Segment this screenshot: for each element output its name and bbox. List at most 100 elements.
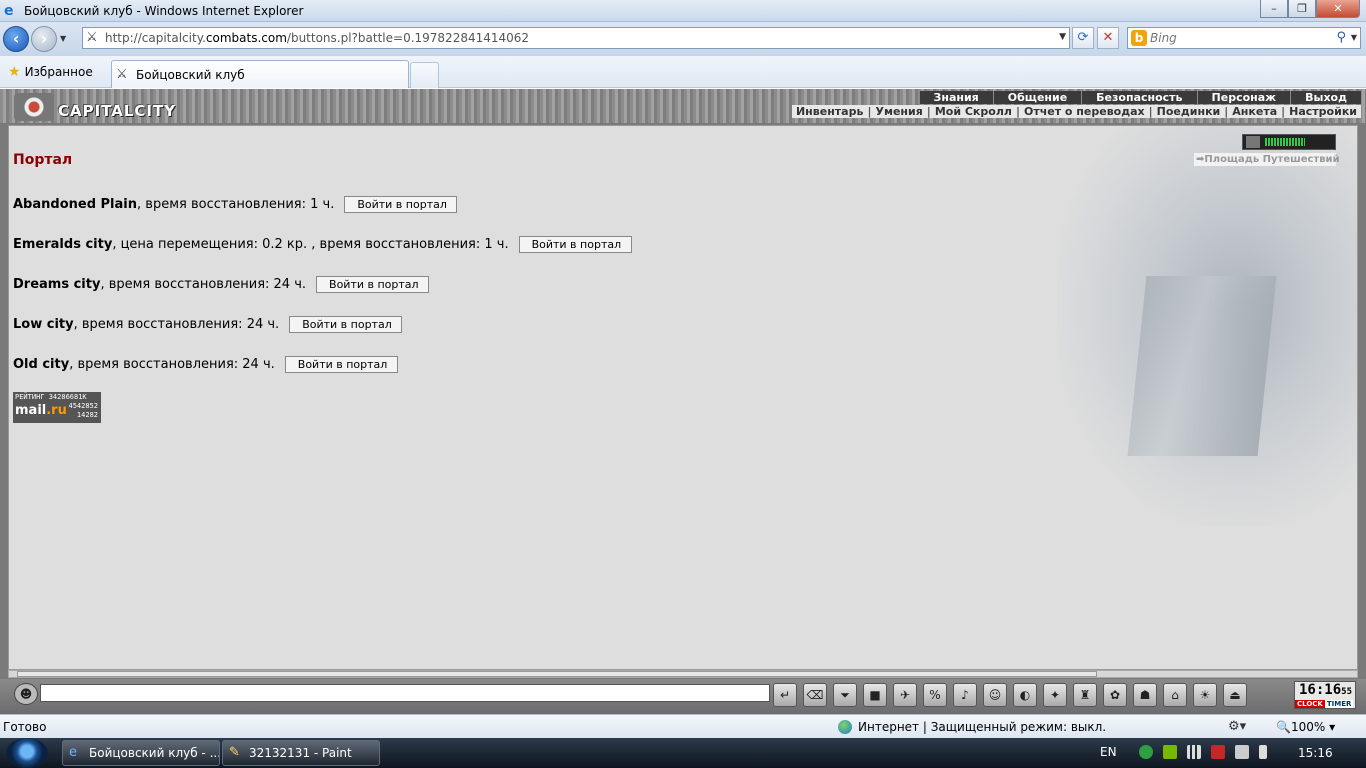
chat-tools: ↵ ⌫ ⏷ ■ ✈ % ♪ ☺ ◐ ✦ ♜ ✿ ☗ ⌂ ☀ ⏏ bbox=[773, 683, 1253, 707]
enter-portal-button[interactable]: Войти в портал bbox=[284, 356, 398, 373]
taskbar-item-paint[interactable]: ✎ 32132131 - Paint bbox=[222, 740, 380, 766]
background-art bbox=[1057, 126, 1357, 526]
filter-icon[interactable]: ⏷ bbox=[833, 683, 857, 707]
new-tab-button[interactable] bbox=[410, 62, 439, 88]
enter-portal-button[interactable]: Войти в портал bbox=[316, 276, 430, 293]
info-icon[interactable] bbox=[1138, 745, 1153, 759]
menu-character[interactable]: Персонаж bbox=[1196, 91, 1291, 104]
submenu-skills[interactable]: Умения bbox=[871, 105, 926, 118]
close-button[interactable]: ✕ bbox=[1316, 0, 1360, 18]
sound-icon[interactable]: ♪ bbox=[953, 683, 977, 707]
warrior-icon[interactable]: ☗ bbox=[1133, 683, 1157, 707]
ie-icon: e bbox=[4, 3, 14, 19]
chat-input[interactable] bbox=[40, 684, 770, 702]
security-zone[interactable]: Интернет | Защищенный режим: выкл. bbox=[838, 720, 1106, 734]
refresh-icon[interactable]: ⟳ bbox=[1072, 27, 1094, 49]
start-button[interactable] bbox=[6, 738, 48, 768]
menu-exit[interactable]: Выход bbox=[1290, 91, 1361, 104]
back-button[interactable]: ‹ bbox=[3, 26, 29, 52]
smiley-icon[interactable]: ☺ bbox=[983, 683, 1007, 707]
sub-menu: Инвентарь | Умения | Мой Скролл | Отчет о п… bbox=[791, 105, 1361, 118]
clear-icon[interactable]: ⌫ bbox=[803, 683, 827, 707]
url-text[interactable]: http://capitalcity.combats.com/buttons.p… bbox=[105, 31, 529, 45]
city-logo: CAPITALCITY bbox=[58, 102, 177, 120]
search-options-icon[interactable]: ▼ bbox=[1351, 33, 1357, 42]
window-title: Бойцовский клуб - Windows Internet Explo… bbox=[24, 4, 304, 18]
portal-row: Dreams city, время восстановления: 24 ч.… bbox=[13, 276, 430, 293]
flag-icon[interactable] bbox=[1210, 745, 1225, 759]
menu-knowledge[interactable]: Знания bbox=[918, 91, 993, 104]
search-icon[interactable]: ⚲ bbox=[1336, 30, 1346, 45]
house-icon[interactable]: ⌂ bbox=[1163, 683, 1187, 707]
helmet-icon[interactable]: ◐ bbox=[1013, 683, 1037, 707]
submenu-transfer-report[interactable]: Отчет о переводах bbox=[1020, 105, 1149, 118]
menu-security[interactable]: Безопасность bbox=[1081, 91, 1196, 104]
tab-bar: ★ Избранное ⚔ Бойцовский клуб bbox=[0, 56, 1366, 88]
horizontal-scrollbar[interactable] bbox=[8, 670, 1358, 678]
system-clock[interactable]: 15:16 bbox=[1298, 746, 1333, 760]
clock-widget[interactable]: 16:1655 CLOCK TIMER bbox=[1294, 681, 1356, 709]
paint-icon: ✎ bbox=[229, 745, 240, 760]
protected-mode-icon[interactable]: ⚙▾ bbox=[1228, 719, 1246, 734]
bing-icon: b bbox=[1131, 30, 1147, 46]
volume-icon[interactable] bbox=[1234, 745, 1249, 759]
favorites-button[interactable]: ★ Избранное bbox=[8, 64, 93, 80]
submenu-profile[interactable]: Анкета bbox=[1228, 105, 1281, 118]
status-text: Готово bbox=[3, 720, 47, 734]
mailru-counter[interactable]: РЕЙТИНГ 34286681K mail.ru 4542852 14282 bbox=[13, 392, 101, 423]
tab-active[interactable]: ⚔ Бойцовский клуб bbox=[111, 60, 409, 88]
top-menu: Знания Общение Безопасность Персонаж Вых… bbox=[918, 91, 1361, 104]
maximize-button[interactable]: ❐ bbox=[1288, 0, 1316, 18]
enter-portal-button[interactable]: Войти в портал bbox=[518, 236, 632, 253]
nvidia-icon[interactable] bbox=[1162, 745, 1177, 759]
address-dropdown-icon[interactable]: ▼ bbox=[1059, 32, 1066, 42]
bag-icon[interactable]: ♜ bbox=[1073, 683, 1097, 707]
clock-time: 16:1655 bbox=[1299, 682, 1352, 698]
game-page: CAPITALCITY Знания Общение Безопасность … bbox=[0, 89, 1366, 714]
forward-button[interactable]: › bbox=[31, 26, 57, 52]
exit-icon[interactable]: ⏏ bbox=[1223, 683, 1247, 707]
chat-icon[interactable]: ☻ bbox=[14, 683, 38, 705]
submenu-battles[interactable]: Поединки bbox=[1153, 105, 1225, 118]
portal-row: Emeralds city, цена перемещения: 0.2 кр.… bbox=[13, 236, 632, 253]
tab-favicon-icon: ⚔ bbox=[116, 67, 128, 82]
history-dropdown-icon[interactable]: ▼ bbox=[60, 34, 66, 43]
minimize-button[interactable]: – bbox=[1260, 0, 1288, 18]
search-box: b ⚲ ▼ bbox=[1127, 27, 1361, 49]
hp-indicator bbox=[1242, 134, 1336, 150]
submenu-inventory[interactable]: Инвентарь bbox=[792, 105, 867, 118]
clock-label: CLOCK bbox=[1295, 700, 1325, 708]
search-input[interactable] bbox=[1150, 30, 1330, 46]
tab-label: Бойцовский клуб bbox=[136, 68, 245, 82]
enter-portal-button[interactable]: Войти в портал bbox=[344, 196, 458, 213]
enter-portal-button[interactable]: Войти в портал bbox=[289, 316, 403, 333]
taskbar: e Бойцовский клуб - ... ✎ 32132131 - Paint… bbox=[0, 738, 1366, 768]
window-controls: – ❐ ✕ bbox=[1260, 0, 1360, 18]
mask-icon[interactable]: ✿ bbox=[1103, 683, 1127, 707]
system-tray: EN bbox=[1100, 745, 1277, 759]
star-icon: ★ bbox=[8, 64, 21, 80]
language-indicator[interactable]: EN bbox=[1100, 745, 1117, 759]
timer-label: TIMER bbox=[1324, 700, 1354, 708]
friends-icon[interactable]: ☀ bbox=[1193, 683, 1217, 707]
menu-communication[interactable]: Общение bbox=[992, 91, 1081, 104]
battery-icon[interactable] bbox=[1258, 745, 1267, 759]
ie-icon: e bbox=[69, 745, 77, 760]
address-field[interactable]: ⚔ http://capitalcity.combats.com/buttons… bbox=[82, 27, 1070, 49]
club-emblem-icon bbox=[14, 93, 54, 121]
network-icon[interactable] bbox=[1186, 745, 1201, 759]
game-header: CAPITALCITY Знания Общение Безопасность … bbox=[0, 89, 1366, 123]
magic-icon[interactable]: ✦ bbox=[1043, 683, 1067, 707]
private-icon[interactable]: % bbox=[923, 683, 947, 707]
travel-square-link[interactable]: ➡Площадь Путешествий bbox=[1194, 153, 1340, 166]
submenu-my-scroll[interactable]: Мой Скролл bbox=[931, 105, 1016, 118]
taskbar-item-ie[interactable]: e Бойцовский клуб - ... bbox=[62, 740, 220, 766]
globe-icon bbox=[838, 720, 852, 734]
stop-icon[interactable]: ✕ bbox=[1097, 27, 1119, 49]
submenu-settings[interactable]: Настройки bbox=[1285, 105, 1361, 118]
zoom-level[interactable]: 🔍100% ▾ bbox=[1276, 720, 1335, 734]
save-icon[interactable]: ■ bbox=[863, 683, 887, 707]
send-icon[interactable]: ↵ bbox=[773, 683, 797, 707]
page-title: Портал bbox=[13, 152, 73, 168]
run-icon[interactable]: ✈ bbox=[893, 683, 917, 707]
